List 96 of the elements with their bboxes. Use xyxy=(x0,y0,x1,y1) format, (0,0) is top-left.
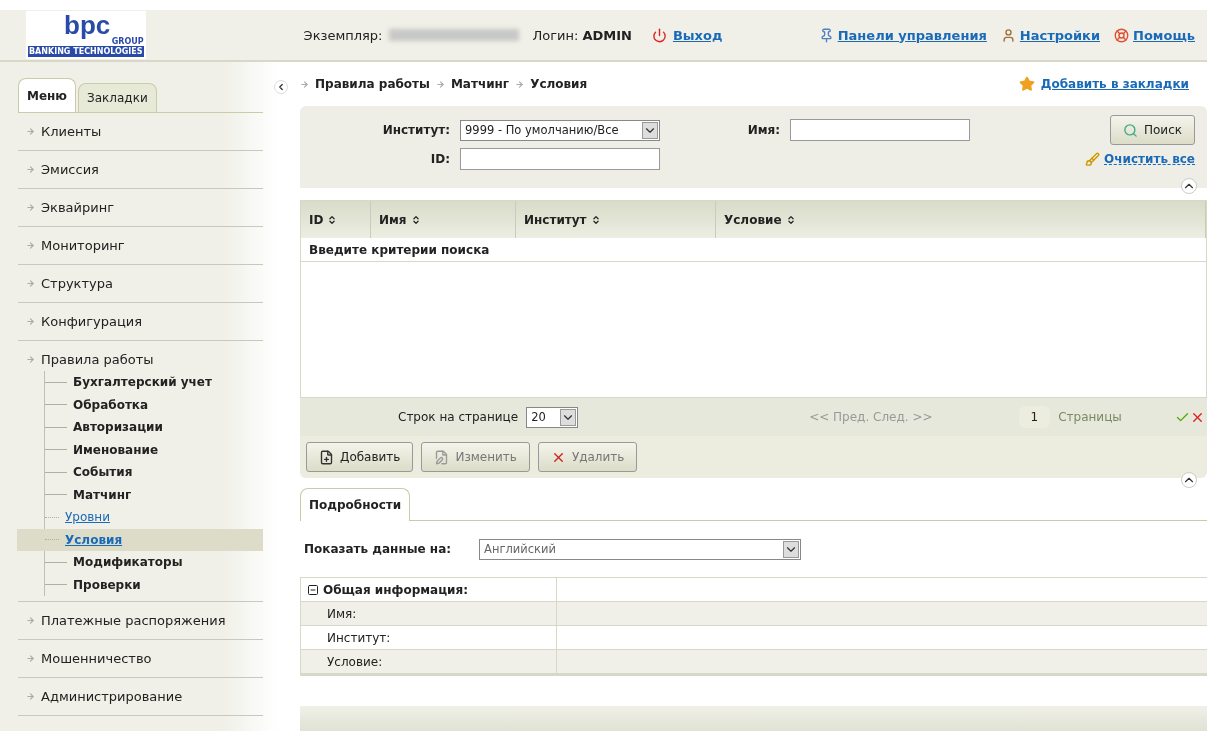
pin-icon xyxy=(818,27,834,43)
menu-subitem[interactable]: Матчинг xyxy=(45,483,263,506)
menu-item[interactable]: Платежные распоряжения xyxy=(18,602,263,640)
breadcrumb-item[interactable]: Правила работы xyxy=(315,77,430,91)
section-header[interactable]: Общая информация: xyxy=(301,578,557,601)
chevron-left-icon xyxy=(276,82,286,92)
name-input[interactable] xyxy=(790,119,970,141)
menu-item[interactable]: Эмиссия xyxy=(18,151,263,189)
menu-subitem[interactable]: Бухгалтерский учет xyxy=(45,371,263,394)
edit-document-icon xyxy=(434,449,450,465)
header-link[interactable]: Помощь xyxy=(1133,27,1195,43)
arrow-icon xyxy=(26,692,35,701)
pages-label: Страницы xyxy=(1058,410,1122,424)
menu-item[interactable]: Мошенничество xyxy=(18,640,263,678)
menu-subitem[interactable]: Проверки xyxy=(45,573,263,596)
collapse-sidebar-button[interactable] xyxy=(274,80,288,94)
menu-item-label[interactable]: Эмиссия xyxy=(41,162,99,177)
field-label: Имя: xyxy=(301,602,557,625)
header-link[interactable]: Настройки xyxy=(1019,27,1101,43)
menu-subitem[interactable]: Модификаторы xyxy=(45,551,263,574)
user-icon xyxy=(1000,27,1016,43)
rows-select[interactable]: 20 xyxy=(526,406,579,428)
menu-item[interactable]: Эквайринг xyxy=(18,189,263,227)
menu-subitem[interactable]: Авторизации xyxy=(45,416,263,439)
breadcrumb-item[interactable]: Условия xyxy=(530,77,588,91)
collapse-icon[interactable] xyxy=(307,583,319,596)
field-label: ID: xyxy=(429,152,451,166)
search-button[interactable]: Поиск xyxy=(1110,115,1195,145)
arrow-icon xyxy=(26,616,35,625)
login-label: Логин: xyxy=(532,27,579,43)
arrow-icon xyxy=(435,79,445,89)
menu-item-label[interactable]: Мошенничество xyxy=(41,651,152,666)
arrow-icon xyxy=(26,654,35,663)
field-label: Институт: xyxy=(301,626,557,649)
field-label: Показать данные на: xyxy=(304,542,452,556)
language-select[interactable]: Английский xyxy=(479,538,802,560)
menu-item-label[interactable]: Клиенты xyxy=(41,124,102,139)
menu-subitem[interactable]: Условия xyxy=(17,528,263,551)
menu-item[interactable]: Конфигурация xyxy=(18,303,263,341)
details-tab[interactable]: Подробности xyxy=(300,488,411,521)
sort-icon xyxy=(327,214,338,225)
menu-item-label[interactable]: Эквайринг xyxy=(41,200,115,215)
empty-message: Введите критерии поиска xyxy=(301,238,1206,262)
menu-subitem[interactable]: Уровни xyxy=(17,506,263,529)
arrow-icon xyxy=(26,203,35,212)
sidebar-tab[interactable]: Меню xyxy=(18,78,77,112)
column-header[interactable]: Имя xyxy=(371,201,516,238)
logout-link[interactable]: Выход xyxy=(672,27,723,43)
menu-item[interactable]: Мониторинг xyxy=(18,227,263,265)
menu-item[interactable]: Правила работы Бухгалтерский учет Обработка Авторизации Именование События Матчинг Уровни Условия Модификаторы Проверки xyxy=(18,341,263,602)
menu-item[interactable]: Администрирование xyxy=(18,678,263,716)
menu-item-label[interactable]: Платежные распоряжения xyxy=(41,613,226,628)
sort-icon xyxy=(410,214,421,225)
login-value: ADMIN xyxy=(582,27,632,43)
menu-item-label[interactable]: Правила работы xyxy=(41,352,154,367)
menu-item-label[interactable]: Администрирование xyxy=(41,689,183,704)
arrow-icon xyxy=(515,79,525,89)
power-icon xyxy=(651,27,667,43)
search-icon xyxy=(1123,122,1138,138)
bookmark-link[interactable]: Добавить в закладки xyxy=(1040,77,1189,91)
lifebuoy-icon xyxy=(1114,27,1130,43)
arrow-icon xyxy=(300,79,309,89)
column-header[interactable]: Условие xyxy=(716,201,1206,238)
rows-label: Строк на странице xyxy=(398,410,519,424)
menu-item[interactable]: Структура xyxy=(18,265,263,303)
column-header[interactable]: Институт xyxy=(516,201,716,238)
instance-label: Экземпляр: xyxy=(303,27,383,43)
institute-select[interactable]: 9999 - По умолчанию/Все xyxy=(460,119,660,141)
id-input[interactable] xyxy=(460,148,660,170)
header-link[interactable]: Панели управления xyxy=(837,27,987,43)
arrow-icon xyxy=(26,241,35,250)
sort-icon xyxy=(590,214,601,225)
sidebar-tab[interactable]: Закладки xyxy=(78,83,157,112)
menu-item[interactable]: Клиенты xyxy=(18,113,263,151)
menu-subitem[interactable]: Именование xyxy=(45,438,263,461)
menu-item-label[interactable]: Мониторинг xyxy=(41,238,125,253)
menu-item-label[interactable]: Структура xyxy=(41,276,113,291)
arrow-icon xyxy=(26,317,35,326)
field-label: Имя: xyxy=(746,123,781,137)
arrow-icon xyxy=(26,355,35,364)
menu-item-label[interactable]: Конфигурация xyxy=(41,314,143,329)
page-number[interactable]: 1 xyxy=(1018,406,1051,428)
breadcrumb-item[interactable]: Матчинг xyxy=(450,77,510,91)
arrow-icon xyxy=(26,279,35,288)
arrow-icon xyxy=(26,127,35,136)
clear-all-link[interactable]: Очистить все xyxy=(1104,152,1195,166)
field-label: Условие: xyxy=(301,650,557,673)
menu-subitem[interactable]: Обработка xyxy=(45,393,263,416)
sort-icon xyxy=(785,214,796,225)
column-header[interactable]: ID xyxy=(301,201,371,238)
field-label: Институт: xyxy=(381,123,451,137)
new-document-icon xyxy=(319,449,334,465)
arrow-icon xyxy=(26,165,35,174)
star-icon xyxy=(1018,76,1035,92)
toolbar-button[interactable]: Добавить xyxy=(306,442,414,472)
menu-subitem[interactable]: События xyxy=(45,461,263,484)
